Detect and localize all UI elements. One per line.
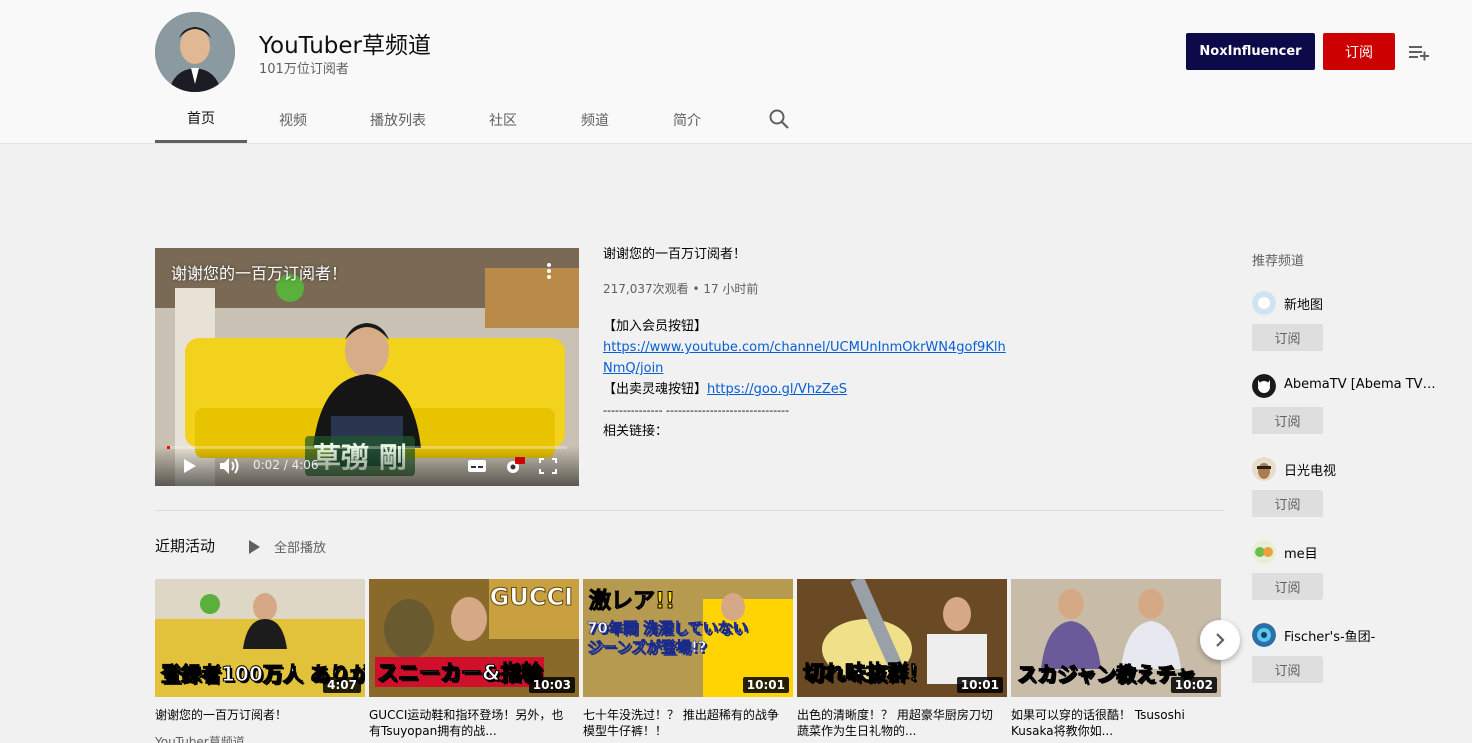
video-duration: 10:03 bbox=[528, 677, 575, 693]
video-duration: 10:02 bbox=[1170, 677, 1217, 693]
video-duration: 4:07 bbox=[323, 677, 361, 693]
featured-channel-subscribe-button[interactable]: 订阅 bbox=[1252, 407, 1323, 434]
tab-channels[interactable]: 频道 bbox=[549, 96, 641, 143]
featured-channel: 新地图 订阅 bbox=[1252, 291, 1452, 361]
noxinfluencer-button[interactable]: NoxInfluencer bbox=[1186, 33, 1315, 70]
thumbnail-caption: 70年間 洗濯していない ジーンズが登場!? bbox=[587, 619, 748, 657]
membership-link[interactable]: https://www.youtube.com/channel/UCMUnInm… bbox=[603, 340, 1006, 355]
video-duration: 10:01 bbox=[956, 677, 1003, 693]
video-title[interactable]: 出色的清晰度！？ 用超豪华厨房刀切蔬菜作为生日礼物的... bbox=[797, 707, 1002, 739]
thumbnail-caption: スカジャン教えチャ bbox=[1017, 662, 1197, 687]
play-icon[interactable] bbox=[183, 458, 197, 478]
featured-channel: 日光电视 订阅 bbox=[1252, 457, 1452, 527]
featured-channel-name[interactable]: AbemaTV [Abema TV]... bbox=[1284, 377, 1440, 392]
channel-title: YouTuber草频道 bbox=[259, 33, 431, 59]
volume-icon[interactable] bbox=[219, 457, 241, 479]
featured-channel: me目 订阅 bbox=[1252, 540, 1452, 610]
video-duration: 10:01 bbox=[742, 677, 789, 693]
video-title[interactable]: GUCCI运动鞋和指环登场！另外，也有Tsuyopan拥有的战... bbox=[369, 707, 574, 739]
brand-text: GUCCI bbox=[489, 583, 573, 612]
tab-home[interactable]: 首页 bbox=[155, 96, 247, 143]
subscriber-count: 101万位订阅者 bbox=[259, 62, 349, 77]
featured-video-player[interactable]: 谢谢您的一百万订阅者！ 草彅 剛 0:02 / 4:06 bbox=[155, 248, 579, 486]
desc-line: 相关链接： bbox=[603, 424, 669, 439]
video-thumbnail[interactable]: GUCCI スニーカー&指輪 10:03 bbox=[369, 579, 579, 697]
video-thumbnail[interactable]: 切れ味抜群！ 10:01 bbox=[797, 579, 1007, 697]
desc-line: 【出卖灵魂按钮】 bbox=[603, 382, 708, 397]
desc-divider: --------------- ------------------------… bbox=[603, 404, 790, 417]
video-title[interactable]: 谢谢您的一百万订阅者！ bbox=[155, 707, 360, 723]
video-title[interactable]: 七十年没洗过！？ 推出超稀有的战争模型牛仔裤！！ bbox=[583, 707, 788, 739]
channel-avatar-icon[interactable] bbox=[1252, 623, 1276, 647]
tab-community[interactable]: 社区 bbox=[457, 96, 549, 143]
thumbnail-caption: スニーカー&指輪 bbox=[375, 657, 545, 687]
player-title: 谢谢您的一百万订阅者！ bbox=[171, 264, 348, 283]
section-divider bbox=[155, 510, 1224, 511]
featured-video-description: 【加入会员按钮】 https://www.youtube.com/channel… bbox=[603, 316, 1023, 442]
channel-avatar-icon[interactable] bbox=[1252, 540, 1276, 564]
channel-avatar-icon[interactable] bbox=[1252, 291, 1276, 315]
video-title[interactable]: 如果可以穿的话很酷！ Tsusoshi Kusaka将教你如... bbox=[1011, 707, 1216, 739]
fullscreen-icon[interactable] bbox=[539, 458, 557, 478]
goo-link[interactable]: https://goo.gl/VhzZeS bbox=[707, 382, 847, 397]
featured-video-title[interactable]: 谢谢您的一百万订阅者！ bbox=[603, 246, 1023, 264]
featured-video-info: 谢谢您的一百万订阅者！ 217,037次观看 • 17 小时前 【加入会员按钮】… bbox=[603, 246, 1023, 439]
search-icon[interactable] bbox=[768, 108, 790, 130]
featured-channel-subscribe-button[interactable]: 订阅 bbox=[1252, 656, 1323, 683]
channel-avatar[interactable] bbox=[155, 12, 235, 92]
playlist-add-icon[interactable] bbox=[1407, 42, 1431, 62]
channel-avatar-icon[interactable] bbox=[1252, 457, 1276, 481]
rare-badge: 激レア!! bbox=[588, 589, 676, 615]
featured-channel: Fischer's-鱼团- 订阅 bbox=[1252, 623, 1452, 693]
player-controls: 0:02 / 4:06 bbox=[155, 446, 579, 486]
progress-fill bbox=[167, 446, 171, 449]
more-options-icon[interactable] bbox=[546, 262, 552, 284]
featured-video-meta: 217,037次观看 • 17 小时前 bbox=[603, 282, 759, 296]
channel-avatar-icon[interactable] bbox=[1252, 374, 1276, 398]
featured-channel-name[interactable]: me目 bbox=[1284, 543, 1318, 562]
shelf-next-button[interactable] bbox=[1200, 620, 1240, 660]
tab-playlists[interactable]: 播放列表 bbox=[339, 96, 457, 143]
desc-line: 【加入会员按钮】 bbox=[603, 319, 708, 334]
playback-time: 0:02 / 4:06 bbox=[253, 458, 319, 472]
section-title: 近期活动 bbox=[155, 537, 216, 555]
featured-channel-name[interactable]: Fischer's-鱼团- bbox=[1284, 626, 1375, 645]
membership-link-cont[interactable]: NmQ/join bbox=[603, 361, 663, 376]
featured-channel-subscribe-button[interactable]: 订阅 bbox=[1252, 490, 1323, 517]
play-all-label: 全部播放 bbox=[274, 541, 327, 556]
play-all-button[interactable]: 全部播放 bbox=[249, 537, 326, 556]
channel-header: YouTuber草频道 101万位订阅者 NoxInfluencer 订阅 首页… bbox=[0, 0, 1472, 144]
featured-channel: AbemaTV [Abema TV]... 订阅 bbox=[1252, 374, 1452, 444]
tab-about[interactable]: 简介 bbox=[641, 96, 733, 143]
featured-channel-subscribe-button[interactable]: 订阅 bbox=[1252, 573, 1323, 600]
tab-videos[interactable]: 视频 bbox=[247, 96, 339, 143]
video-thumbnail[interactable]: 登録者100万人 ありがとう！ 4:07 bbox=[155, 579, 365, 697]
settings-icon[interactable] bbox=[503, 456, 525, 480]
progress-bar[interactable] bbox=[167, 446, 567, 449]
video-thumbnail[interactable]: 激レア!! 70年間 洗濯していない ジーンズが登場!? 10:01 bbox=[583, 579, 793, 697]
chevron-right-icon bbox=[1216, 633, 1225, 647]
video-thumbnail[interactable]: スカジャン教えチャ 10:02 bbox=[1011, 579, 1221, 697]
thumbnail-caption: 切れ味抜群！ bbox=[803, 661, 930, 686]
captions-icon[interactable] bbox=[467, 458, 487, 478]
subscribe-button[interactable]: 订阅 bbox=[1323, 33, 1395, 70]
featured-channel-subscribe-button[interactable]: 订阅 bbox=[1252, 324, 1323, 351]
play-all-icon bbox=[249, 539, 260, 554]
featured-channel-name[interactable]: 新地图 bbox=[1284, 294, 1323, 313]
video-channel[interactable]: YouTuber草频道 bbox=[155, 733, 245, 743]
featured-channels-heading: 推荐频道 bbox=[1252, 254, 1305, 269]
featured-channel-name[interactable]: 日光电视 bbox=[1284, 460, 1336, 479]
